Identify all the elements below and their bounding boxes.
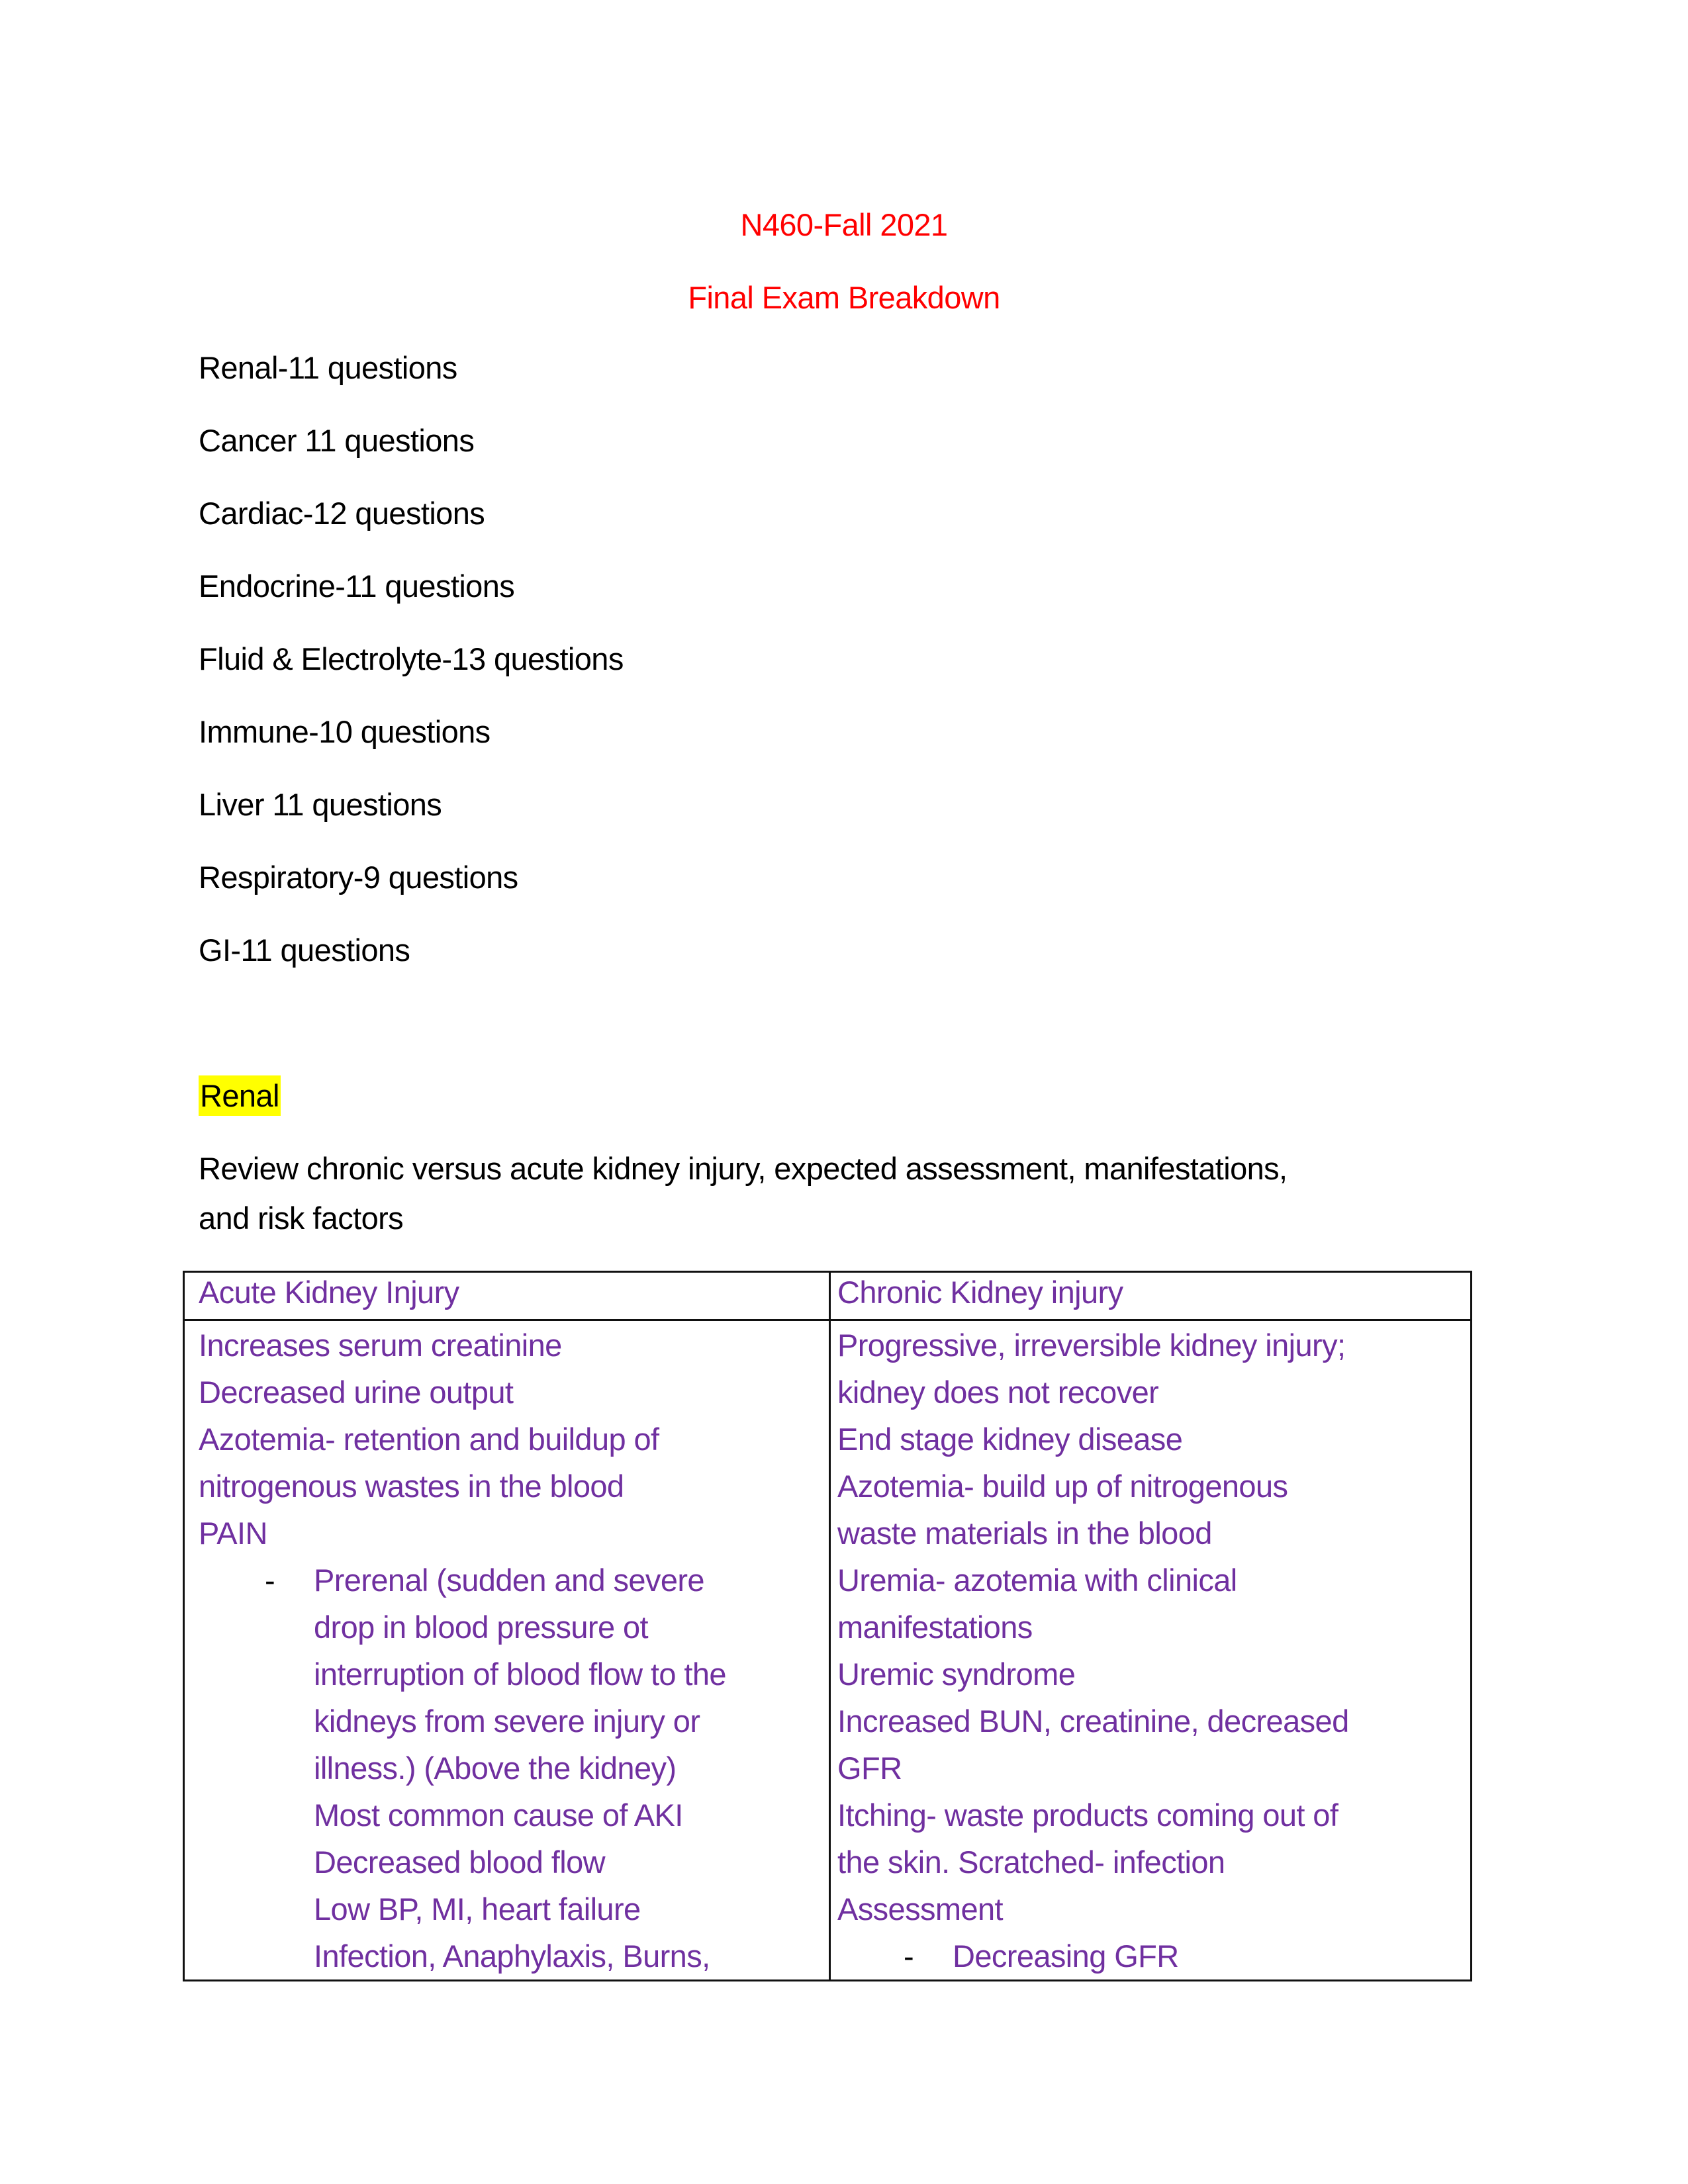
table-line: Decreased urine output xyxy=(199,1375,514,1410)
bullet-dash-icon: - xyxy=(265,1563,275,1598)
table-line: Decreased blood flow xyxy=(314,1844,606,1880)
table-line: Azotemia- retention and buildup of xyxy=(199,1422,659,1457)
table-line: Uremia- azotemia with clinical xyxy=(837,1563,1237,1598)
table-line: Prerenal (sudden and severe xyxy=(314,1563,705,1598)
table-line: Assessment xyxy=(837,1891,1004,1927)
table-line: interruption of blood flow to the xyxy=(314,1657,727,1692)
table-line: Progressive, irreversible kidney injury; xyxy=(837,1328,1346,1363)
section-heading-text: Renal xyxy=(199,1075,281,1116)
table-line: Azotemia- build up of nitrogenous xyxy=(837,1469,1288,1504)
kidney-injury-table: Acute Kidney Injury Chronic Kidney injur… xyxy=(183,1271,1472,1981)
table-line: nitrogenous wastes in the blood xyxy=(199,1469,624,1504)
breakdown-item: GI-11 questions xyxy=(199,933,410,968)
table-line: Infection, Anaphylaxis, Burns, xyxy=(314,1938,710,1974)
section-heading: Renal xyxy=(199,1075,281,1116)
table-line: Increased BUN, creatinine, decreased xyxy=(837,1704,1349,1739)
table-line: PAIN xyxy=(199,1516,267,1551)
course-title: N460-Fall 2021 xyxy=(740,207,949,242)
breakdown-item: Immune-10 questions xyxy=(199,714,491,749)
table-line: Itching- waste products coming out of xyxy=(837,1797,1338,1833)
table-line: Most common cause of AKI xyxy=(314,1797,683,1833)
table-line: illness.) (Above the kidney) xyxy=(314,1751,677,1786)
table-line: Uremic syndrome xyxy=(837,1657,1076,1692)
exam-title: Final Exam Breakdown xyxy=(688,280,1000,315)
breakdown-item: Endocrine-11 questions xyxy=(199,569,515,604)
table-column-divider xyxy=(829,1273,831,1979)
breakdown-item: Liver 11 questions xyxy=(199,787,442,822)
table-line: GFR xyxy=(837,1751,902,1786)
breakdown-item: Renal-11 questions xyxy=(199,350,457,385)
table-line: Decreasing GFR xyxy=(953,1938,1179,1974)
section-description-line: and risk factors xyxy=(199,1201,404,1236)
table-line: Low BP, MI, heart failure xyxy=(314,1891,641,1927)
table-line: manifestations xyxy=(837,1610,1033,1645)
breakdown-item: Respiratory-9 questions xyxy=(199,860,518,895)
breakdown-item: Cardiac-12 questions xyxy=(199,496,485,531)
breakdown-item: Fluid & Electrolyte-13 questions xyxy=(199,641,624,676)
table-line: Increases serum creatinine xyxy=(199,1328,562,1363)
table-line: the skin. Scratched- infection xyxy=(837,1844,1225,1880)
table-header-acute: Acute Kidney Injury xyxy=(199,1275,459,1310)
table-line: kidneys from severe injury or xyxy=(314,1704,700,1739)
section-description-line: Review chronic versus acute kidney injur… xyxy=(199,1151,1288,1186)
bullet-dash-icon: - xyxy=(904,1938,914,1974)
table-header-divider xyxy=(185,1319,1470,1321)
table-line: End stage kidney disease xyxy=(837,1422,1183,1457)
table-line: kidney does not recover xyxy=(837,1375,1159,1410)
table-line: drop in blood pressure ot xyxy=(314,1610,649,1645)
table-line: waste materials in the blood xyxy=(837,1516,1212,1551)
breakdown-item: Cancer 11 questions xyxy=(199,423,475,458)
table-header-chronic: Chronic Kidney injury xyxy=(837,1275,1123,1310)
